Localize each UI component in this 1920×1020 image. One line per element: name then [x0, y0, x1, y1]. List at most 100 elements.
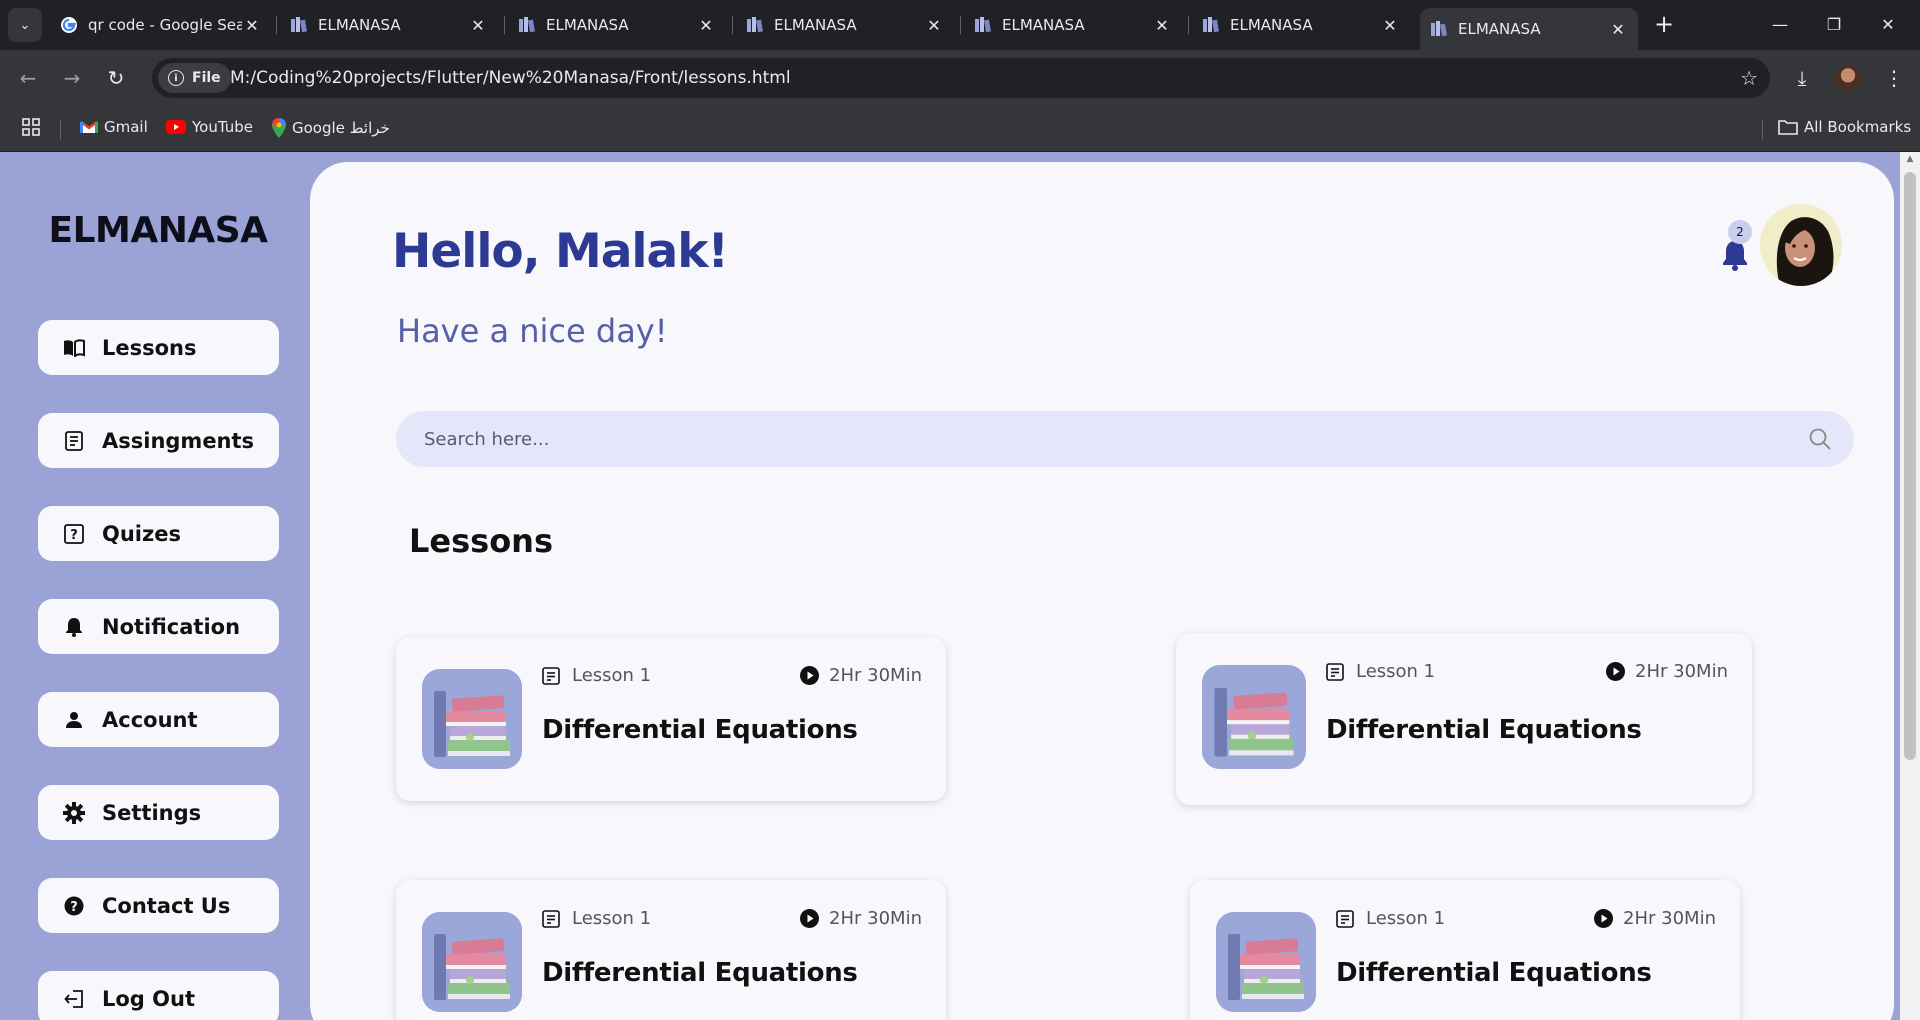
more-menu-icon[interactable]: ⋮ [1878, 62, 1910, 94]
sidebar-item-notification[interactable]: Notification [38, 599, 279, 654]
browser-toolbar: ← → ↻ i File M:/Coding%20projects/Flutte… [0, 50, 1920, 106]
apps-grid-icon[interactable] [22, 118, 40, 136]
lesson-number: Lesson 1 [1336, 908, 1445, 929]
page-scrollbar[interactable]: ▲ [1900, 152, 1920, 1020]
duration-label: 2Hr 30Min [829, 665, 922, 686]
browser-tab-elmanasa[interactable]: ELMANASA ✕ [508, 8, 726, 42]
assignment-icon [1326, 662, 1344, 681]
download-icon[interactable]: ⤓ [1786, 62, 1818, 94]
lesson-books-image [422, 912, 522, 1012]
bookmark-google-maps[interactable]: Google خرائط [272, 118, 390, 138]
lesson-number-label: Lesson 1 [1366, 908, 1446, 929]
bookmark-label: Google خرائط [292, 119, 390, 137]
close-tab-icon[interactable]: ✕ [696, 16, 716, 35]
user-avatar[interactable] [1760, 204, 1842, 286]
bookmark-gmail[interactable]: Gmail [80, 118, 148, 136]
scroll-up-arrow-icon[interactable]: ▲ [1900, 154, 1920, 168]
youtube-icon [166, 120, 186, 134]
tab-search-button[interactable]: ⌄ [8, 8, 42, 42]
sidebar-item-assignments[interactable]: Assingments [38, 413, 279, 468]
sidebar-item-label: Notification [102, 614, 241, 639]
profile-avatar-button[interactable] [1832, 62, 1864, 94]
sidebar-item-settings[interactable]: Settings [38, 785, 279, 840]
lesson-duration: 2Hr 30Min [800, 665, 922, 686]
sidebar-item-label: Log Out [102, 986, 195, 1011]
url-text[interactable]: M:/Coding%20projects/Flutter/New%20Manas… [230, 68, 791, 88]
lesson-card[interactable]: Lesson 1 2Hr 30Min Differential Equation… [396, 880, 946, 1020]
assignment-icon [542, 909, 560, 928]
person-icon [62, 708, 86, 732]
tab-title: ELMANASA [318, 16, 401, 34]
close-tab-icon[interactable]: ✕ [924, 16, 944, 35]
browser-tab-elmanasa[interactable]: ELMANASA ✕ [964, 8, 1182, 42]
info-icon: i [168, 70, 184, 86]
lesson-number: Lesson 1 [542, 908, 651, 929]
lesson-number-label: Lesson 1 [1356, 661, 1436, 682]
gmail-icon [80, 120, 98, 134]
app-page: ELMANASA Lessons Assingments ? Quizes No… [0, 152, 1920, 1020]
sidebar-item-log-out[interactable]: Log Out [38, 971, 279, 1020]
all-bookmarks-button[interactable]: All Bookmarks [1778, 118, 1911, 136]
lesson-duration: 2Hr 30Min [800, 908, 922, 929]
forward-button[interactable]: → [56, 62, 88, 94]
restore-button[interactable]: ❐ [1804, 6, 1864, 42]
minimize-button[interactable]: — [1750, 6, 1810, 42]
lesson-books-image [1216, 912, 1316, 1012]
books-icon [1430, 20, 1448, 38]
sidebar-item-label: Lessons [102, 335, 197, 360]
assignment-icon [62, 429, 86, 453]
bookmark-youtube[interactable]: YouTube [166, 118, 253, 136]
logout-icon [62, 987, 86, 1011]
books-icon [746, 16, 764, 34]
lesson-card[interactable]: Lesson 1 2Hr 30Min Differential Equation… [396, 637, 946, 801]
lesson-number: Lesson 1 [1326, 661, 1435, 682]
lesson-number-label: Lesson 1 [572, 665, 652, 686]
all-bookmarks-label: All Bookmarks [1804, 118, 1912, 136]
sidebar: ELMANASA Lessons Assingments ? Quizes No… [0, 152, 310, 1020]
lesson-name: Differential Equations [542, 715, 858, 745]
close-tab-icon[interactable]: ✕ [1152, 16, 1172, 35]
close-tab-icon[interactable]: ✕ [1608, 20, 1628, 39]
sidebar-item-quizes[interactable]: ? Quizes [38, 506, 279, 561]
scrollbar-thumb[interactable] [1904, 172, 1916, 760]
play-circle-icon [800, 909, 820, 928]
avatar [1835, 65, 1861, 91]
browser-tab-elmanasa[interactable]: ELMANASA ✕ [1192, 8, 1410, 42]
greeting-heading: Hello, Malak! [392, 224, 729, 279]
bookmark-label: YouTube [192, 118, 253, 136]
bookmark-divider [1762, 120, 1763, 140]
lesson-card[interactable]: Lesson 1 2Hr 30Min Differential Equation… [1190, 880, 1740, 1020]
tab-divider [732, 16, 733, 34]
tab-divider [960, 16, 961, 34]
bookmark-star-icon[interactable]: ☆ [1740, 66, 1758, 90]
lesson-card[interactable]: Lesson 1 2Hr 30Min Differential Equation… [1176, 633, 1752, 805]
lessons-section-title: Lessons [409, 522, 553, 560]
browser-tab-elmanasa[interactable]: ELMANASA ✕ [736, 8, 954, 42]
lesson-duration: 2Hr 30Min [1594, 908, 1716, 929]
new-tab-button[interactable]: + [1650, 10, 1678, 38]
reload-button[interactable]: ↻ [100, 62, 132, 94]
sidebar-item-account[interactable]: Account [38, 692, 279, 747]
back-button[interactable]: ← [12, 62, 44, 94]
browser-tab-google[interactable]: qr code - Google Sea ✕ [50, 8, 272, 42]
question-box-icon: ? [62, 522, 86, 546]
sidebar-item-lessons[interactable]: Lessons [38, 320, 279, 375]
tab-title: ELMANASA [1458, 20, 1541, 38]
search-icon[interactable] [1808, 427, 1832, 451]
window-close-button[interactable]: ✕ [1858, 6, 1918, 42]
main-content: Hello, Malak! Have a nice day! 2 Lessons [310, 162, 1894, 1020]
address-bar[interactable]: i File M:/Coding%20projects/Flutter/New%… [152, 58, 1770, 98]
sidebar-item-contact-us[interactable]: ? Contact Us [38, 878, 279, 933]
close-tab-icon[interactable]: ✕ [468, 16, 488, 35]
close-tab-icon[interactable]: ✕ [242, 16, 262, 35]
svg-text:?: ? [70, 528, 78, 543]
bookmark-divider [60, 120, 61, 140]
site-info-chip[interactable]: i File [158, 63, 231, 93]
lesson-number-label: Lesson 1 [572, 908, 652, 929]
books-icon [518, 16, 536, 34]
tab-title: ELMANASA [1002, 16, 1085, 34]
close-tab-icon[interactable]: ✕ [1380, 16, 1400, 35]
search-input[interactable] [424, 411, 1784, 467]
browser-tab-elmanasa[interactable]: ELMANASA ✕ [280, 8, 498, 42]
browser-tab-elmanasa-active[interactable]: ELMANASA ✕ [1420, 8, 1638, 50]
